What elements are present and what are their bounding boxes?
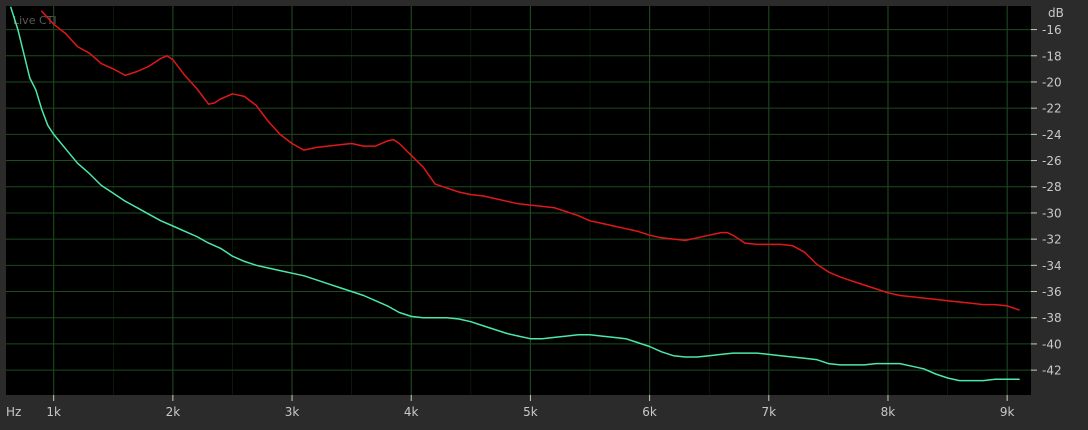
x-tick-label: 4k [404,405,419,419]
x-tick-label: 7k [761,405,776,419]
x-axis-label: Hz [6,405,21,419]
y-tick-label: -28 [1042,180,1062,194]
x-tick-label: 5k [523,405,538,419]
y-axis: -16 -18 -20 -22 -24 -26 -28 -30 -32 -34 -36 -38 -40 -… [1031,23,1062,378]
y-tick-label: -18 [1042,49,1062,63]
y-tick-label: -34 [1042,259,1062,273]
x-tick-label: 1k [46,405,61,419]
y-tick-label: -38 [1042,311,1062,325]
x-tick-label: 8k [881,405,896,419]
spectrum-analyzer-window: Live CTI -16 -18 -20 -22 -24 -26 -28 -30 -32 -34-… [0,0,1088,430]
x-tick-label: 9k [1000,405,1015,419]
x-tick-label: 2k [166,405,181,419]
y-tick-label: -24 [1042,128,1062,142]
x-tick-label: 3k [285,405,300,419]
y-tick-label: -22 [1042,102,1062,116]
y-tick-label: -40 [1042,337,1062,351]
y-tick-label: -20 [1042,75,1062,89]
y-tick-label: -16 [1042,23,1062,37]
y-tick-label: -26 [1042,154,1062,168]
x-axis: 1k 2k 3k 4k 5k 6k 7k 8k 9k [46,395,1015,419]
y-tick-label: -36 [1042,285,1062,299]
y-tick-label: -30 [1042,206,1062,220]
x-tick-label: 6k [642,405,657,419]
y-tick-label: -32 [1042,233,1062,247]
frequency-plot: Live CTI -16-18-20-22-24-26-28-30-32-34-… [6,6,1064,419]
y-axis-label: dB [1048,6,1064,20]
y-tick-label: -42 [1042,364,1062,378]
